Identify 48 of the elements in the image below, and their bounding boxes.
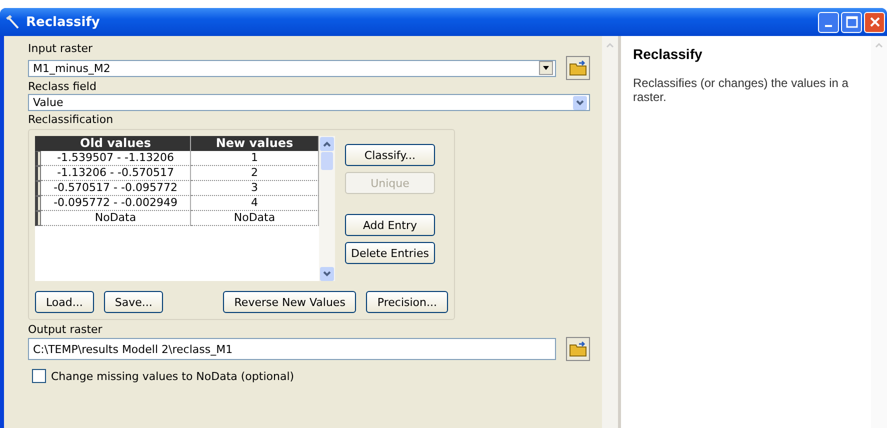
- table-cell[interactable]: -0.095772 - -0.002949: [41, 196, 191, 211]
- input-raster-dropdown[interactable]: M1_minus_M2: [28, 60, 556, 76]
- scroll-up-icon: [320, 137, 334, 151]
- action-button[interactable]: Delete Entries: [345, 242, 435, 264]
- output-raster-field[interactable]: C:\TEMP\results Modell 2\reclass_M1: [28, 338, 556, 360]
- column-header: Old values: [41, 136, 191, 151]
- row-header[interactable]: [35, 181, 41, 196]
- action-button[interactable]: Reverse New Values: [223, 291, 356, 313]
- browse-button[interactable]: [566, 56, 590, 80]
- reclass-field-dropdown[interactable]: Value: [28, 94, 590, 111]
- section-label: Reclassification: [28, 113, 114, 127]
- action-button[interactable]: Load...: [35, 291, 94, 313]
- folder-icon: [569, 341, 587, 357]
- close-button[interactable]: [864, 12, 885, 32]
- row-header[interactable]: [35, 196, 41, 211]
- help-text: Reclassifies (or changes) the values in a raster.: [633, 76, 850, 104]
- minimize-button[interactable]: [818, 12, 839, 32]
- help-title: Reclassify: [633, 46, 704, 62]
- scrollbar[interactable]: [871, 36, 887, 428]
- row-header[interactable]: [35, 151, 41, 166]
- scrollbar[interactable]: [319, 136, 335, 281]
- row-header[interactable]: [35, 211, 41, 226]
- minimize-icon: [825, 25, 832, 27]
- close-icon: [868, 16, 880, 28]
- scrollbar[interactable]: [602, 36, 618, 428]
- browse-button[interactable]: [566, 337, 590, 361]
- window-title: Reclassify: [26, 14, 101, 30]
- table-cell[interactable]: -0.570517 - -0.095772: [41, 181, 191, 196]
- action-button[interactable]: Save...: [104, 291, 164, 313]
- table-cell[interactable]: -1.539507 - -1.13206: [41, 151, 191, 166]
- column-header: New values: [191, 136, 319, 151]
- field-label: Input raster: [28, 42, 94, 56]
- field-label: Reclass field: [28, 80, 98, 94]
- action-button[interactable]: Add Entry: [345, 214, 435, 236]
- table-cell[interactable]: NoData: [41, 211, 191, 226]
- maximize-icon: [846, 16, 858, 28]
- row-header[interactable]: [35, 166, 41, 181]
- action-button[interactable]: Precision...: [366, 291, 448, 313]
- field-label: Output raster: [28, 323, 104, 337]
- checkbox[interactable]: [32, 369, 46, 383]
- folder-icon: [569, 60, 587, 76]
- scroll-down-icon: [320, 267, 334, 281]
- scroll-thumb[interactable]: [321, 152, 333, 170]
- header-corner: [35, 136, 41, 151]
- table-cell[interactable]: -1.13206 - -0.570517: [41, 166, 191, 181]
- checkbox-label: Change missing values to NoData (optional): [51, 370, 294, 382]
- maximize-button[interactable]: [841, 12, 862, 32]
- action-button[interactable]: Classify...: [345, 144, 435, 166]
